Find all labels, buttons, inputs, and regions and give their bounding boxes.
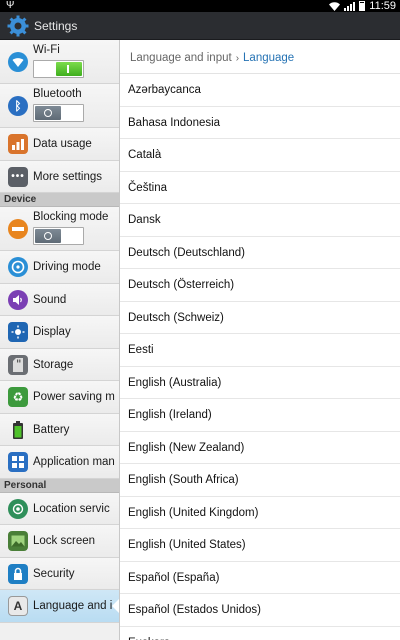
settings-gear-icon[interactable] bbox=[7, 15, 29, 37]
sidebar-item-label: Driving mode bbox=[33, 261, 101, 273]
breadcrumb-parent[interactable]: Language and input bbox=[130, 52, 232, 64]
sidebar-item-storage[interactable]: Storage bbox=[0, 348, 119, 381]
language-option[interactable]: Català bbox=[120, 139, 400, 172]
section-header-personal: Personal bbox=[0, 478, 119, 493]
app-grid-icon bbox=[8, 452, 28, 472]
sidebar-item-more-settings[interactable]: ••• More settings bbox=[0, 160, 119, 193]
language-option[interactable]: Eesti bbox=[120, 334, 400, 367]
sidebar-item-sound[interactable]: Sound bbox=[0, 283, 119, 316]
sidebar-item-label: Battery bbox=[33, 423, 70, 436]
sidebar-item-location-services[interactable]: Location servic bbox=[0, 492, 119, 525]
sidebar-item-label: Security bbox=[33, 567, 75, 580]
language-option[interactable]: Euskara bbox=[120, 627, 400, 640]
sidebar-item-label: Language and i bbox=[33, 600, 113, 612]
sidebar-item-label: Blocking mode bbox=[33, 211, 109, 223]
sidebar-item-data-usage[interactable]: Data usage bbox=[0, 128, 119, 161]
padlock-icon bbox=[8, 563, 28, 584]
sidebar-item-label: Application man bbox=[33, 456, 115, 468]
wifi-toggle[interactable] bbox=[33, 60, 84, 78]
language-option[interactable]: Español (España) bbox=[120, 562, 400, 594]
sidebar-item-lock-screen[interactable]: Lock screen bbox=[0, 525, 119, 558]
usb-icon: Ψ bbox=[6, 0, 15, 11]
display-icon bbox=[8, 322, 28, 342]
bluetooth-toggle[interactable] bbox=[33, 104, 84, 122]
section-header-device: Device bbox=[0, 193, 119, 207]
blocking-mode-icon bbox=[8, 219, 28, 239]
sidebar-item-label: Storage bbox=[33, 358, 74, 371]
language-option[interactable]: English (United Kingdom) bbox=[120, 497, 400, 529]
wifi-icon bbox=[8, 52, 28, 72]
status-icons: 11:59 bbox=[329, 0, 396, 12]
language-option[interactable]: Deutsch (Deutschland) bbox=[120, 237, 400, 269]
sidebar-item-display[interactable]: Display bbox=[0, 316, 119, 349]
sidebar-item-label: Power saving m bbox=[33, 391, 115, 403]
language-option[interactable]: Deutsch (Schweiz) bbox=[120, 302, 400, 334]
more-dots-icon: ••• bbox=[8, 166, 28, 187]
blocking-mode-toggle[interactable] bbox=[33, 227, 84, 245]
sidebar-item-security[interactable]: Security bbox=[0, 557, 119, 590]
language-option[interactable]: Azərbaycanca bbox=[120, 74, 400, 107]
wifi-signal-icon bbox=[329, 1, 341, 11]
language-option[interactable]: Bahasa Indonesia bbox=[120, 107, 400, 139]
selection-pointer bbox=[112, 598, 119, 614]
bluetooth-icon: ᛒ bbox=[8, 96, 28, 116]
sidebar-item-blocking-mode[interactable]: Blocking mode bbox=[0, 207, 119, 251]
settings-category-list: Wi-Fi ᛒ Bluetooth Data usage ••• More se… bbox=[0, 40, 120, 640]
breadcrumb: Language and input › Language bbox=[120, 40, 400, 74]
lock-screen-icon bbox=[8, 531, 28, 551]
language-option[interactable]: English (Australia) bbox=[120, 367, 400, 399]
sidebar-item-label: Wi-Fi bbox=[33, 44, 60, 56]
language-option[interactable]: Dansk bbox=[120, 204, 400, 237]
battery-level-icon bbox=[8, 420, 28, 440]
language-option[interactable]: English (United States) bbox=[120, 529, 400, 562]
app-bar: Settings bbox=[0, 12, 400, 40]
sidebar-item-label: Bluetooth bbox=[33, 88, 82, 100]
sidebar-item-language-and-input[interactable]: A Language and i bbox=[0, 590, 119, 623]
language-option[interactable]: English (South Africa) bbox=[120, 464, 400, 497]
language-option[interactable]: English (Ireland) bbox=[120, 399, 400, 432]
sidebar-item-label: More settings bbox=[33, 170, 103, 183]
sidebar-item-wifi[interactable]: Wi-Fi bbox=[0, 40, 119, 84]
breadcrumb-current: Language bbox=[243, 52, 295, 64]
sidebar-item-power-saving[interactable]: ♻ Power saving m bbox=[0, 381, 119, 414]
battery-icon bbox=[359, 1, 366, 11]
steering-wheel-icon bbox=[8, 257, 28, 277]
sidebar-item-application-manager[interactable]: Application man bbox=[0, 446, 119, 479]
sound-icon bbox=[8, 289, 28, 310]
language-option[interactable]: Čeština bbox=[120, 172, 400, 204]
location-icon bbox=[8, 498, 28, 519]
data-usage-icon bbox=[8, 134, 28, 154]
status-bar: Ψ 11:59 bbox=[0, 0, 400, 12]
storage-card-icon bbox=[8, 354, 28, 375]
power-saving-icon: ♻ bbox=[8, 387, 28, 407]
sidebar-item-label: Lock screen bbox=[33, 535, 96, 547]
language-list: Azərbaycanca Bahasa Indonesia Català Češ… bbox=[120, 74, 400, 640]
language-option[interactable]: Deutsch (Österreich) bbox=[120, 269, 400, 302]
breadcrumb-separator: › bbox=[235, 53, 240, 64]
sidebar-item-label: Sound bbox=[33, 293, 67, 306]
language-option[interactable]: Español (Estados Unidos) bbox=[120, 594, 400, 627]
language-option[interactable]: English (New Zealand) bbox=[120, 432, 400, 464]
sidebar-item-driving-mode[interactable]: Driving mode bbox=[0, 251, 119, 284]
status-clock: 11:59 bbox=[369, 0, 396, 12]
cell-signal-icon bbox=[344, 1, 356, 11]
sidebar-item-label: Data usage bbox=[33, 138, 92, 150]
sidebar-item-bluetooth[interactable]: ᛒ Bluetooth bbox=[0, 84, 119, 128]
sidebar-item-battery[interactable]: Battery bbox=[0, 413, 119, 446]
sidebar-item-label: Location servic bbox=[33, 502, 110, 515]
language-panel: Language and input › Language Azərbaycanca… bbox=[120, 40, 400, 640]
app-title: Settings bbox=[34, 19, 78, 33]
language-a-icon: A bbox=[8, 596, 28, 616]
sidebar-item-label: Display bbox=[33, 326, 71, 338]
